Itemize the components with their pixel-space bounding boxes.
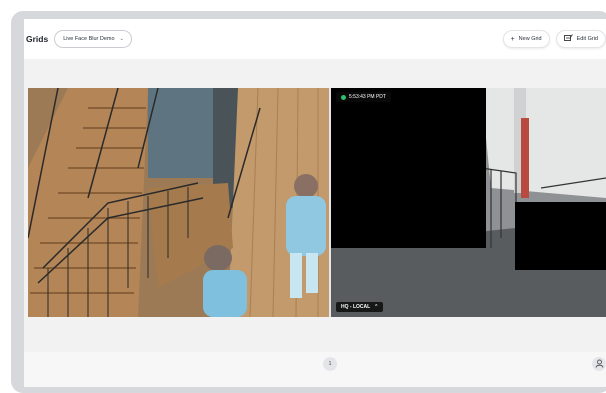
grid-selector-label: Live Face Blur Demo xyxy=(63,36,115,42)
camera-name-text: HQ - LOCAL xyxy=(341,304,371,310)
new-grid-label: New Grid xyxy=(518,36,542,42)
edit-grid-icon xyxy=(563,34,573,44)
plus-icon: + xyxy=(510,35,515,43)
camera-tile-hq-local[interactable]: 5:53:43 PM PDT HQ - LOCAL ⌃ xyxy=(331,88,606,317)
page-title: Grids xyxy=(26,34,49,44)
chevron-up-icon: ⌃ xyxy=(374,304,379,310)
page-button-1[interactable]: 1 xyxy=(323,357,337,371)
timestamp-badge: 5:53:43 PM PDT xyxy=(336,92,391,102)
user-menu-button[interactable] xyxy=(592,357,606,371)
user-icon xyxy=(595,359,604,370)
stairwell-feed-image xyxy=(28,88,329,317)
privacy-mask-1 xyxy=(331,88,486,248)
privacy-mask-2 xyxy=(515,202,606,270)
chevron-down-icon: ⌄ xyxy=(119,36,124,42)
grids-app: Grids Live Face Blur Demo ⌄ + New Grid E… xyxy=(24,19,606,387)
camera-name-badge[interactable]: HQ - LOCAL ⌃ xyxy=(336,302,384,312)
hq-feed-image xyxy=(331,88,606,317)
timestamp-text: 5:53:43 PM PDT xyxy=(349,94,386,100)
status-dot-icon xyxy=(341,94,346,100)
edit-grid-button[interactable]: Edit Grid xyxy=(555,30,606,48)
header-bar: Grids Live Face Blur Demo ⌄ + New Grid E… xyxy=(24,19,606,59)
edit-grid-label: Edit Grid xyxy=(576,36,598,42)
camera-tile-stairwell[interactable] xyxy=(28,88,329,317)
grid-selector[interactable]: Live Face Blur Demo ⌄ xyxy=(54,30,132,48)
new-grid-button[interactable]: + New Grid xyxy=(502,30,550,48)
pagination-footer xyxy=(24,352,606,387)
